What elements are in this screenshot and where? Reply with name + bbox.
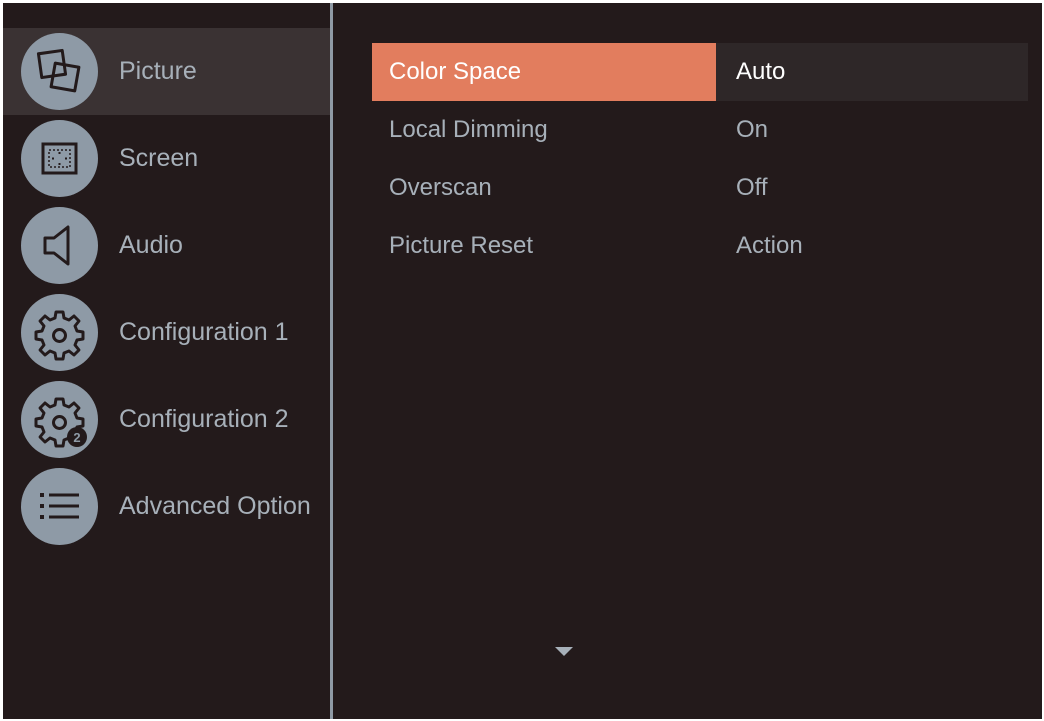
sidebar-item-label: Configuration 2 bbox=[119, 405, 289, 433]
osd-menu: Picture Screen Audio Configuration 1 2 C… bbox=[3, 3, 1042, 719]
chevron-down-icon[interactable] bbox=[555, 647, 573, 656]
sidebar-item-configuration-1[interactable]: Configuration 1 bbox=[3, 289, 330, 376]
setting-row-picture-reset[interactable]: Picture Reset Action bbox=[372, 217, 1028, 275]
setting-label: Overscan bbox=[389, 174, 492, 201]
setting-value[interactable]: On bbox=[716, 101, 1028, 159]
picture-icon bbox=[21, 33, 98, 110]
list-icon bbox=[21, 468, 98, 545]
sidebar-item-screen[interactable]: Screen bbox=[3, 115, 330, 202]
speaker-icon bbox=[21, 207, 98, 284]
sidebar-item-audio[interactable]: Audio bbox=[3, 202, 330, 289]
setting-value[interactable]: Action bbox=[716, 217, 1028, 275]
sidebar-item-label: Audio bbox=[119, 231, 183, 259]
sidebar: Picture Screen Audio Configuration 1 2 C… bbox=[3, 3, 330, 719]
sidebar-item-label: Picture bbox=[119, 57, 197, 85]
screen-icon bbox=[21, 120, 98, 197]
setting-label: Picture Reset bbox=[389, 232, 534, 259]
setting-label: Color Space bbox=[372, 43, 716, 101]
svg-text:2: 2 bbox=[73, 430, 80, 445]
gear-2-icon: 2 bbox=[21, 381, 98, 458]
setting-value[interactable]: Auto bbox=[716, 43, 1028, 101]
settings-panel: Color Space Auto Local Dimming On Oversc… bbox=[333, 3, 1042, 719]
sidebar-item-picture[interactable]: Picture bbox=[3, 28, 330, 115]
sidebar-item-advanced-option[interactable]: Advanced Option bbox=[3, 463, 330, 550]
setting-row-overscan[interactable]: Overscan Off bbox=[372, 159, 1028, 217]
setting-row-color-space[interactable]: Color Space Auto bbox=[372, 43, 1028, 101]
setting-value[interactable]: Off bbox=[716, 159, 1028, 217]
gear-icon bbox=[21, 294, 98, 371]
sidebar-item-configuration-2[interactable]: 2 Configuration 2 bbox=[3, 376, 330, 463]
sidebar-item-label: Configuration 1 bbox=[119, 318, 289, 346]
sidebar-item-label: Advanced Option bbox=[119, 492, 311, 520]
sidebar-item-label: Screen bbox=[119, 144, 199, 172]
setting-row-local-dimming[interactable]: Local Dimming On bbox=[372, 101, 1028, 159]
setting-label: Local Dimming bbox=[389, 116, 548, 143]
